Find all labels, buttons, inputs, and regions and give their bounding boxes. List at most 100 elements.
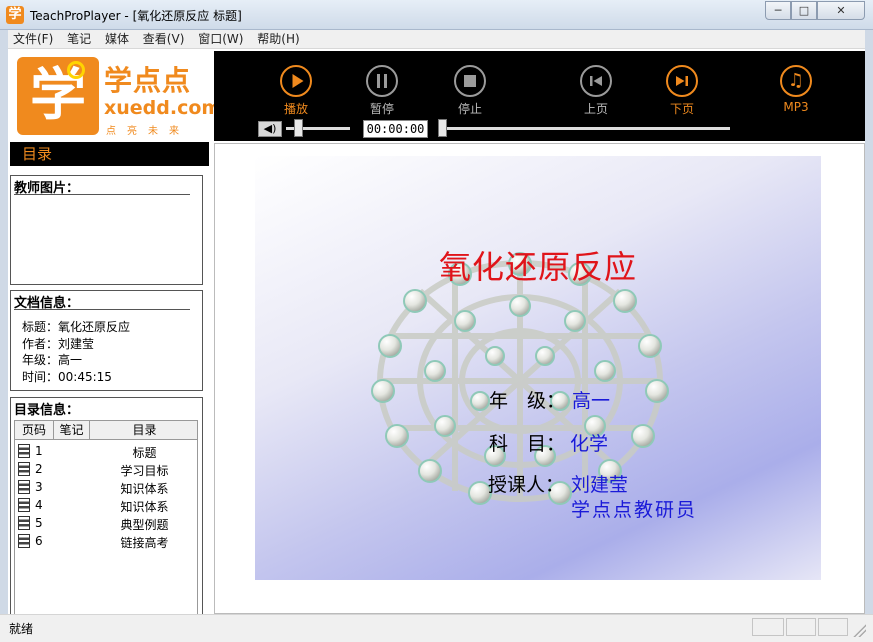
slide-teacher-value: 刘建莹 [571, 474, 629, 496]
doc-info-list: 标题：氧化还原反应 作者：刘建莹 年级：高一 时间：00:45:15 [22, 319, 130, 385]
status-cell [752, 618, 784, 636]
outline-panel: 目录信息： 页码 笔记 目录 1 标题 2 学习目标 3 知识体系 4 知识体系… [10, 397, 203, 615]
close-button[interactable]: ✕ [817, 1, 865, 20]
row-label: 学习目标 [120, 464, 169, 478]
play-icon [280, 65, 312, 97]
teacher-photo-panel: 教师图片： [10, 175, 203, 285]
doc-info-author: 作者：刘建莹 [22, 336, 95, 351]
prev-page-label: 上页 [583, 102, 608, 116]
mp3-label: MP3 [783, 100, 809, 114]
slide-grade-label: 年 级： [489, 390, 566, 412]
row-label: 标题 [132, 446, 157, 460]
row-label: 知识体系 [120, 482, 169, 496]
doc-info-time: 时间：00:45:15 [22, 369, 112, 384]
slide-viewer: 氧化还原反应 年 级： 高一 科 目： 化学 授课人： 刘建莹 学点点教研员 [214, 143, 865, 614]
table-row[interactable]: 3 知识体系 [15, 478, 197, 496]
slide-title: 氧化还原反应 [438, 248, 637, 286]
slide-subject-label: 科 目： [489, 433, 566, 455]
row-page-number: 6 [35, 534, 43, 548]
prev-page-icon [580, 65, 612, 97]
row-label: 链接高考 [120, 536, 169, 550]
menu-view[interactable]: 查看(V) [138, 30, 190, 49]
row-page-number: 2 [35, 462, 43, 476]
table-row[interactable]: 5 典型例题 [15, 514, 197, 532]
stop-label: 停止 [457, 102, 482, 116]
slide-subject-value: 化学 [570, 433, 609, 455]
menu-media[interactable]: 媒体 [100, 30, 134, 49]
logo-magnifier-icon [67, 61, 85, 79]
column-header-toc[interactable]: 目录 [90, 421, 197, 440]
doc-info-title: 标题：氧化还原反应 [22, 320, 131, 334]
play-button[interactable]: 播放 [266, 65, 326, 116]
row-page-number: 5 [35, 516, 43, 530]
table-row[interactable]: 4 知识体系 [15, 496, 197, 514]
page-icon [18, 516, 30, 530]
app-icon: 学 [6, 6, 24, 24]
divider [14, 194, 190, 195]
seek-slider-track[interactable] [442, 127, 730, 130]
row-page-number: 1 [35, 444, 43, 458]
pause-icon [366, 65, 398, 97]
column-header-note[interactable]: 笔记 [54, 421, 90, 440]
page-icon [18, 462, 30, 476]
divider [14, 309, 190, 310]
logo-slogan: 点亮未来 [106, 126, 190, 137]
page-icon [18, 480, 30, 494]
status-text: 就绪 [9, 622, 34, 636]
row-page-number: 3 [35, 480, 43, 494]
window-titlebar: 学 TeachProPlayer - [氧化还原反应 标题] ─ □ ✕ [0, 0, 873, 30]
next-page-label: 下页 [669, 102, 694, 116]
table-row[interactable]: 2 学习目标 [15, 460, 197, 478]
outline-table-header: 页码 笔记 目录 [15, 421, 197, 440]
player-toolbar: 播放 暂停 停止 上页 下页 ♫ MP3 ◀) 00:00:00 [214, 51, 865, 141]
mp3-button[interactable]: ♫ MP3 [766, 65, 826, 115]
seek-slider-thumb[interactable] [438, 119, 447, 137]
outline-table: 页码 笔记 目录 1 标题 2 学习目标 3 知识体系 4 知识体系 5 典型例… [14, 420, 198, 615]
volume-slider-thumb[interactable] [294, 119, 303, 137]
doc-info-grade: 年级：高一 [22, 353, 83, 367]
maximize-button[interactable]: □ [791, 1, 817, 20]
table-row[interactable]: 1 标题 [15, 442, 197, 460]
stop-button[interactable]: 停止 [440, 65, 500, 116]
column-header-page[interactable]: 页码 [15, 421, 54, 440]
page-icon [18, 498, 30, 512]
minimize-button[interactable]: ─ [765, 1, 791, 20]
outline-panel-title: 目录信息： [14, 403, 80, 418]
logo: 学 学点点 xuedd.com 点亮未来 [8, 49, 221, 139]
next-page-button[interactable]: 下页 [652, 65, 712, 116]
status-bar: 就绪 [0, 614, 873, 642]
volume-icon[interactable]: ◀) [258, 121, 282, 137]
logo-brand-cn: 学点点 [104, 64, 192, 97]
menu-bar: 文件(F) 笔记 媒体 查看(V) 窗口(W) 帮助(H) [8, 30, 865, 49]
menu-window[interactable]: 窗口(W) [193, 30, 248, 49]
fullerene-molecule-image [371, 252, 669, 505]
client-area: 学 学点点 xuedd.com 点亮未来 播放 暂停 停止 上页 下页 ♫ MP… [8, 49, 865, 615]
prev-page-button[interactable]: 上页 [566, 65, 626, 116]
toc-header[interactable]: 目录 [10, 142, 209, 166]
slide-teacher-label: 授课人： [488, 474, 565, 496]
table-row[interactable]: 6 链接高考 [15, 532, 197, 550]
menu-notes[interactable]: 笔记 [62, 30, 96, 49]
next-page-icon [666, 65, 698, 97]
page-icon [18, 534, 30, 548]
slide-team-value: 学点点教研员 [571, 499, 698, 521]
play-label: 播放 [283, 102, 308, 116]
row-page-number: 4 [35, 498, 43, 512]
pause-label: 暂停 [369, 102, 394, 116]
row-label: 知识体系 [120, 500, 169, 514]
music-note-icon: ♫ [780, 65, 812, 97]
menu-file[interactable]: 文件(F) [8, 30, 58, 49]
logo-brand-en: xuedd.com [104, 97, 222, 119]
resize-grip-icon[interactable] [852, 623, 866, 637]
row-label: 典型例题 [120, 518, 169, 532]
slide-grade-value: 高一 [572, 390, 611, 412]
stop-icon [454, 65, 486, 97]
logo-badge: 学 [17, 57, 99, 135]
status-cell [818, 618, 848, 636]
doc-info-panel: 文档信息： 标题：氧化还原反应 作者：刘建莹 年级：高一 时间：00:45:15 [10, 290, 203, 391]
time-display: 00:00:00 [363, 120, 428, 138]
page-icon [18, 444, 30, 458]
menu-help[interactable]: 帮助(H) [252, 30, 304, 49]
pause-button[interactable]: 暂停 [352, 65, 412, 116]
status-cell [786, 618, 816, 636]
